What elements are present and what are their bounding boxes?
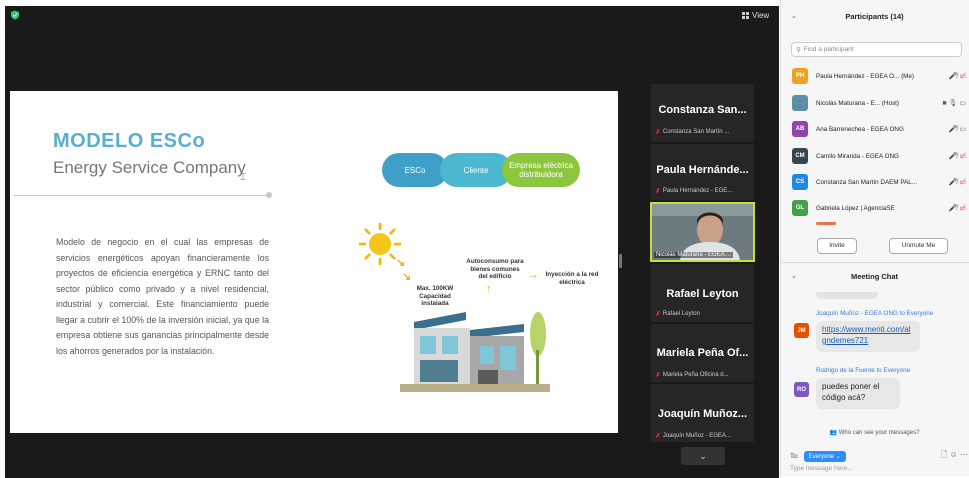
avatar: GL <box>792 200 808 216</box>
participant-row[interactable]: Nicolás Maturana - E... (Host) ■ 🎙 ▭ <box>792 93 966 113</box>
chat-message-bubble: https://www.menti.com/algndemes721 <box>816 321 920 352</box>
mouse-cursor-icon: ⌶ <box>240 172 246 183</box>
avatar: CM <box>792 148 808 164</box>
muted-mic-icon: ✗ <box>655 129 661 136</box>
active-speaker-video-tile[interactable]: Nicolás Maturana - EGEA ... <box>650 202 755 262</box>
search-placeholder: Find a participant <box>803 46 854 53</box>
flow-step-esco: ESCo <box>382 153 448 187</box>
tile-label: ✗ Rafael Leyton <box>655 310 751 318</box>
participant-name: Constanza San Martín DAEM PAL... <box>816 178 918 186</box>
to-label: To: <box>790 452 799 460</box>
chat-message-bubble: puedes poner el código acá? <box>816 378 900 409</box>
muted-mic-icon: ✗ <box>655 188 661 195</box>
label-inyeccion: Inyección a la red eléctrica <box>545 271 599 286</box>
tile-sub-text: Joaquín Muñoz - EGEA... <box>662 433 731 439</box>
who-can-see-link[interactable]: 👥 Who can see your messages? <box>780 429 969 436</box>
grid-icon <box>742 12 749 19</box>
recipient-dropdown[interactable]: Everyone ⌄ <box>803 450 846 462</box>
chat-recipient-row: To: Everyone ⌄ 🗋 ☺ ⋯ <box>790 449 968 463</box>
search-icon: ⚲ <box>796 46 801 54</box>
chat-link[interactable]: https://www.menti.com/algndemes721 <box>822 325 910 345</box>
muted-mic-icon[interactable]: 🎤̸ ▭̸ <box>949 204 966 212</box>
flow-step-empresa: Empresa eléctrica distribuidora <box>502 153 580 187</box>
chat-sender: Rodrigo de la Fuente to Everyone <box>816 367 911 374</box>
house-illustration <box>400 312 550 392</box>
slide-subtitle: Energy Service Company <box>53 158 246 177</box>
tile-label: ✗ Paula Hernández - EGE... <box>655 187 751 195</box>
avatar: JM <box>794 323 809 338</box>
muted-mic-icon[interactable]: 🎤̸ ▭̸ <box>949 72 966 80</box>
tile-name: Constanza San... <box>658 104 747 116</box>
participant-name: Gabriela López | AgenciaSE <box>816 204 895 212</box>
tile-name: Rafael Leyton <box>666 288 739 300</box>
video-tile[interactable]: Mariela Peña Of... ✗ Mariela Peña Oficina… <box>651 324 754 382</box>
slide-title: MODELO ESCo <box>53 130 206 152</box>
muted-mic-icon[interactable]: 🎤̸ ▭̸ <box>949 152 966 160</box>
muted-mic-icon: ✗ <box>655 372 661 379</box>
slide-body-text: Modelo de negocio en el cual las empresa… <box>56 237 269 356</box>
participant-row[interactable]: CS Constanza San Martín DAEM PAL... 🎤̸ ▭… <box>792 172 966 192</box>
tile-sub-text: Rafael Leyton <box>662 311 700 317</box>
avatar: CS <box>792 174 808 190</box>
right-arrow-icon: → <box>528 269 539 281</box>
tile-label: ✗ Joaquín Muñoz - EGEA... <box>655 432 751 440</box>
participant-search-input[interactable]: ⚲ Find a participant <box>791 42 962 57</box>
tile-name: Joaquín Muñoz... <box>657 408 748 420</box>
sun-arrow-icon: ↘ <box>396 257 406 269</box>
participants-title: Participants (14) <box>845 12 904 21</box>
sun-arrow-icon: ↘ <box>402 271 412 283</box>
view-label: View <box>752 11 770 20</box>
participant-row[interactable]: AB Ana Barrenechea - EGEA ONG 🎤̸ ▭ <box>792 119 966 139</box>
muted-mic-icon[interactable]: 🎤̸ ▭ <box>949 125 966 133</box>
chevron-down-icon: ⌄ <box>699 451 707 461</box>
participant-name: Ana Barrenechea - EGEA ONG <box>816 125 904 133</box>
more-icon[interactable]: ⋯ <box>960 450 968 459</box>
video-tile[interactable]: Rafael Leyton ✗ Rafael Leyton <box>651 264 754 322</box>
gallery-scroll-down-button[interactable]: ⌄ <box>681 447 725 465</box>
participant-name: Nicolás Maturana - E... (Host) <box>816 99 899 107</box>
shield-icon[interactable] <box>10 10 20 20</box>
tile-label: ✗ Constanza San Martín ... <box>655 128 751 136</box>
muted-mic-icon: ✗ <box>655 311 661 318</box>
partial-avatar <box>816 222 836 225</box>
unmute-me-button[interactable]: Unmute Me <box>889 238 948 254</box>
emoji-icon[interactable]: ☺ <box>950 450 958 459</box>
tile-sub-text: Paula Hernández - EGE... <box>662 188 733 194</box>
tile-name: Paula Hernánde... <box>656 164 749 176</box>
participant-name: Paula Hernández - EGEA O... (Me) <box>816 72 915 80</box>
video-tile[interactable]: Constanza San... ✗ Constanza San Martín .… <box>651 84 754 142</box>
participant-row[interactable]: GL Gabriela López | AgenciaSE 🎤̸ ▭̸ <box>792 198 966 218</box>
tile-name: Mariela Peña Of... <box>656 347 749 359</box>
share-screen-icon[interactable]: ■ 🎙 ▭ <box>942 99 966 107</box>
avatar: RO <box>794 382 809 397</box>
previous-message-bubble <box>816 292 878 299</box>
chat-sender: Joaquín Muñoz - EGEA ONG to Everyone <box>816 310 934 317</box>
chat-message-input[interactable]: Type message here... <box>790 465 853 472</box>
invite-button[interactable]: Invite <box>817 238 857 254</box>
participant-name: Camilo Miranda - EGEA ONG <box>816 152 899 160</box>
video-tile[interactable]: Joaquín Muñoz... ✗ Joaquín Muñoz - EGEA..… <box>651 384 754 442</box>
participant-row[interactable]: CM Camilo Miranda - EGEA ONG 🎤̸ ▭̸ <box>792 146 966 166</box>
avatar <box>792 95 808 111</box>
slide-divider-dot <box>266 192 272 198</box>
muted-mic-icon[interactable]: 🎤̸ ▭̸ <box>949 178 966 186</box>
participant-row[interactable]: PH Paula Hernández - EGEA O... (Me) 🎤̸ ▭… <box>792 66 966 86</box>
view-button[interactable]: View <box>742 11 769 20</box>
tile-sub-text: Constanza San Martín ... <box>662 129 730 135</box>
people-icon: 👥 <box>829 430 838 436</box>
tile-sub-text: Mariela Peña Oficina d... <box>662 372 729 378</box>
chat-tools: 🗋 ☺ ⋯ <box>941 449 968 463</box>
muted-mic-icon: ✗ <box>655 433 661 440</box>
avatar: PH <box>792 68 808 84</box>
resize-handle[interactable] <box>619 254 622 268</box>
video-tile[interactable]: Paula Hernánde... ✗ Paula Hernández - EGE… <box>651 144 754 200</box>
avatar: AB <box>792 121 808 137</box>
label-autoconsumo: Autoconsumo para bienes comunes del edif… <box>466 258 524 280</box>
slide-divider <box>14 195 270 196</box>
tile-label: ✗ Mariela Peña Oficina d... <box>655 371 751 379</box>
video-name-label: Nicolás Maturana - EGEA ... <box>654 252 734 258</box>
panel-divider <box>780 262 969 263</box>
file-icon[interactable]: 🗋 <box>941 450 947 459</box>
chat-title: Meeting Chat <box>850 272 899 281</box>
